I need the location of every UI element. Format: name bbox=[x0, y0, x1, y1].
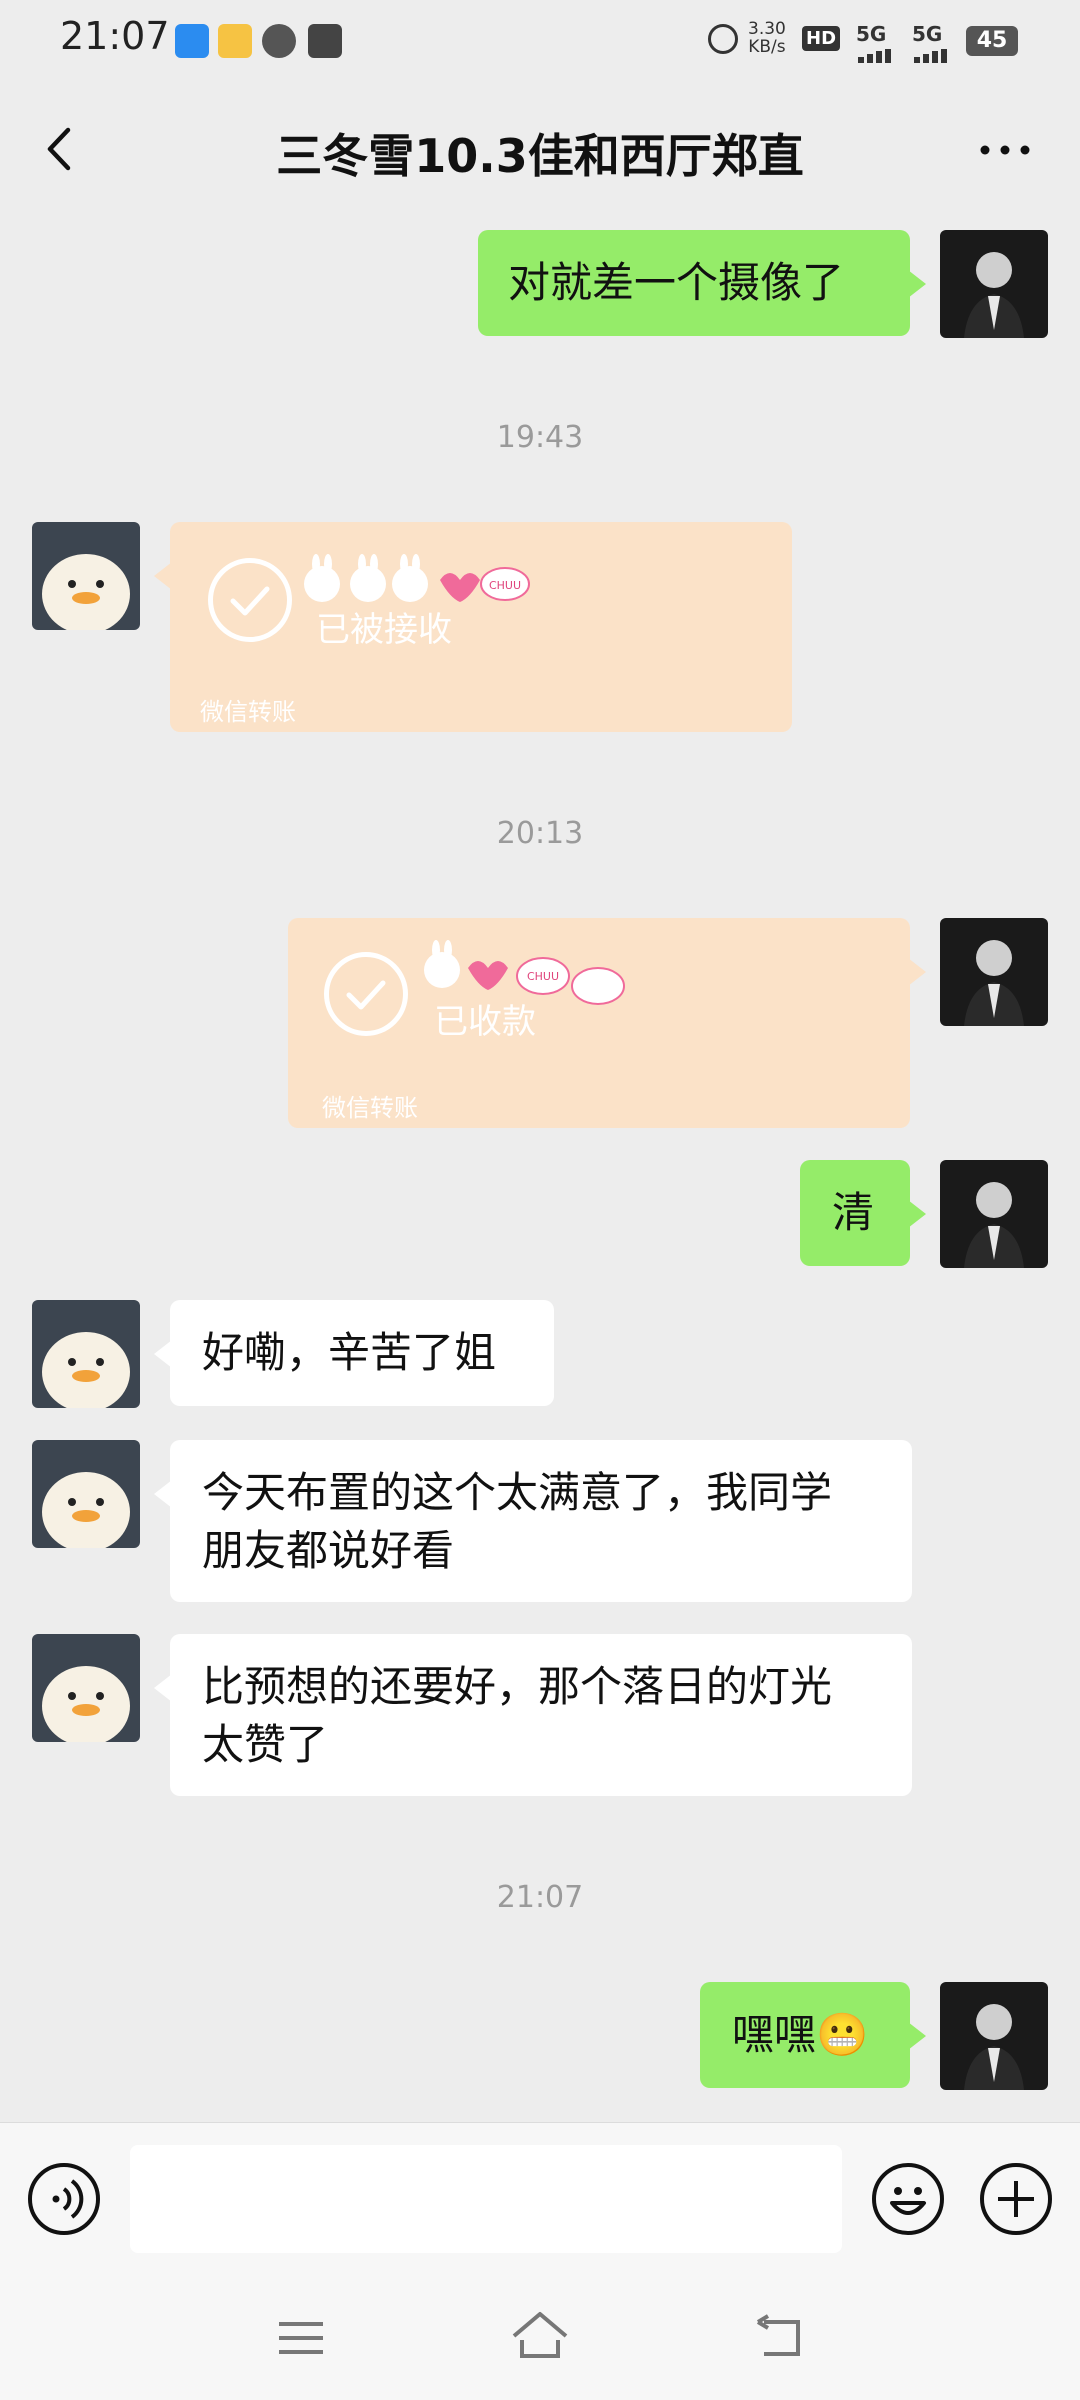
plus-icon[interactable] bbox=[980, 2163, 1052, 2235]
chat-header: 三冬雪10.3佳和西厅郑直 bbox=[0, 84, 1080, 214]
menu-icon[interactable] bbox=[276, 2318, 326, 2358]
app-notification-icon bbox=[175, 24, 209, 58]
wechat-icon bbox=[262, 24, 296, 58]
message-bubble[interactable]: 清 bbox=[800, 1160, 926, 1266]
transfer-card[interactable]: 已收款 CHUU 微信转账 bbox=[288, 918, 926, 1128]
back-nav-icon[interactable] bbox=[754, 2314, 804, 2360]
signal-icon bbox=[858, 44, 894, 63]
timestamp: 21:07 bbox=[496, 1880, 584, 1915]
net-unit: KB/s bbox=[748, 37, 786, 57]
network-type-1: 5G bbox=[856, 22, 887, 46]
status-time: 21:07 bbox=[60, 14, 170, 58]
grimace-emoji-icon: 😬 bbox=[816, 2010, 869, 2059]
message-line: 太赞了 bbox=[202, 1720, 329, 1769]
message-bubble[interactable]: 比预想的还要好，那个落日的灯光 太赞了 bbox=[154, 1634, 912, 1796]
message-line: 比预想的还要好，那个落日的灯光 bbox=[202, 1662, 833, 1711]
sticker-text: CHUU bbox=[489, 579, 521, 592]
hd-badge: HD bbox=[802, 26, 841, 51]
more-dots-icon[interactable] bbox=[975, 140, 1035, 160]
transfer-footer: 微信转账 bbox=[322, 1094, 418, 1122]
message-line: 朋友都说好看 bbox=[202, 1526, 455, 1575]
contact-avatar[interactable] bbox=[32, 522, 140, 630]
message-input[interactable] bbox=[130, 2145, 842, 2253]
message-bubble[interactable]: 嘿嘿😬 bbox=[700, 1982, 926, 2088]
check-circle-icon bbox=[208, 558, 292, 642]
alarm-icon bbox=[708, 24, 738, 54]
my-avatar[interactable] bbox=[940, 918, 1048, 1026]
net-speed: 3.30 bbox=[748, 19, 786, 39]
home-icon[interactable] bbox=[510, 2310, 570, 2362]
contact-avatar[interactable] bbox=[32, 1440, 140, 1548]
status-bar: 21:07 3.30 KB/s HD 5G 5G 45 bbox=[0, 0, 1080, 84]
battery-icon: 45 bbox=[966, 26, 1018, 56]
input-bar bbox=[0, 2122, 1080, 2281]
bag-icon bbox=[308, 24, 342, 58]
my-avatar[interactable] bbox=[940, 1160, 1048, 1268]
battery-level: 45 bbox=[976, 28, 1008, 53]
my-avatar[interactable] bbox=[940, 1982, 1048, 2090]
app-notification-icon bbox=[218, 24, 252, 58]
contact-avatar[interactable] bbox=[32, 1634, 140, 1742]
signal-icon bbox=[914, 44, 950, 63]
network-type-2: 5G bbox=[912, 22, 943, 46]
emoji-icon[interactable] bbox=[872, 2163, 944, 2235]
chat-title: 三冬雪10.3佳和西厅郑直 bbox=[276, 129, 804, 183]
message-text: 好嘞，辛苦了姐 bbox=[202, 1328, 497, 1377]
transfer-card[interactable]: 已被接收 CHUU 微信转账 bbox=[154, 522, 792, 732]
message-bubble[interactable]: 对就差一个摄像了 bbox=[478, 230, 926, 336]
message-text: 清 bbox=[832, 1188, 875, 1237]
my-avatar[interactable] bbox=[940, 230, 1048, 338]
message-line: 今天布置的这个太满意了，我同学 bbox=[202, 1468, 833, 1517]
system-nav-bar bbox=[0, 2280, 1080, 2400]
timestamp: 20:13 bbox=[496, 816, 584, 851]
message-text: 对就差一个摄像了 bbox=[508, 258, 845, 307]
message-text: 嘿嘿 bbox=[732, 2010, 817, 2059]
sticker-text: CHUU bbox=[527, 970, 559, 983]
transfer-footer: 微信转账 bbox=[200, 698, 296, 726]
contact-avatar[interactable] bbox=[32, 1300, 140, 1408]
sticker-decoration: CHUU bbox=[418, 938, 648, 1008]
message-bubble[interactable]: 好嘞，辛苦了姐 bbox=[154, 1300, 554, 1406]
sticker-decoration: CHUU bbox=[300, 552, 530, 612]
check-circle-icon bbox=[324, 952, 408, 1036]
voice-icon[interactable] bbox=[28, 2163, 100, 2235]
timestamp: 19:43 bbox=[496, 420, 584, 455]
message-bubble[interactable]: 今天布置的这个太满意了，我同学 朋友都说好看 bbox=[154, 1440, 912, 1602]
